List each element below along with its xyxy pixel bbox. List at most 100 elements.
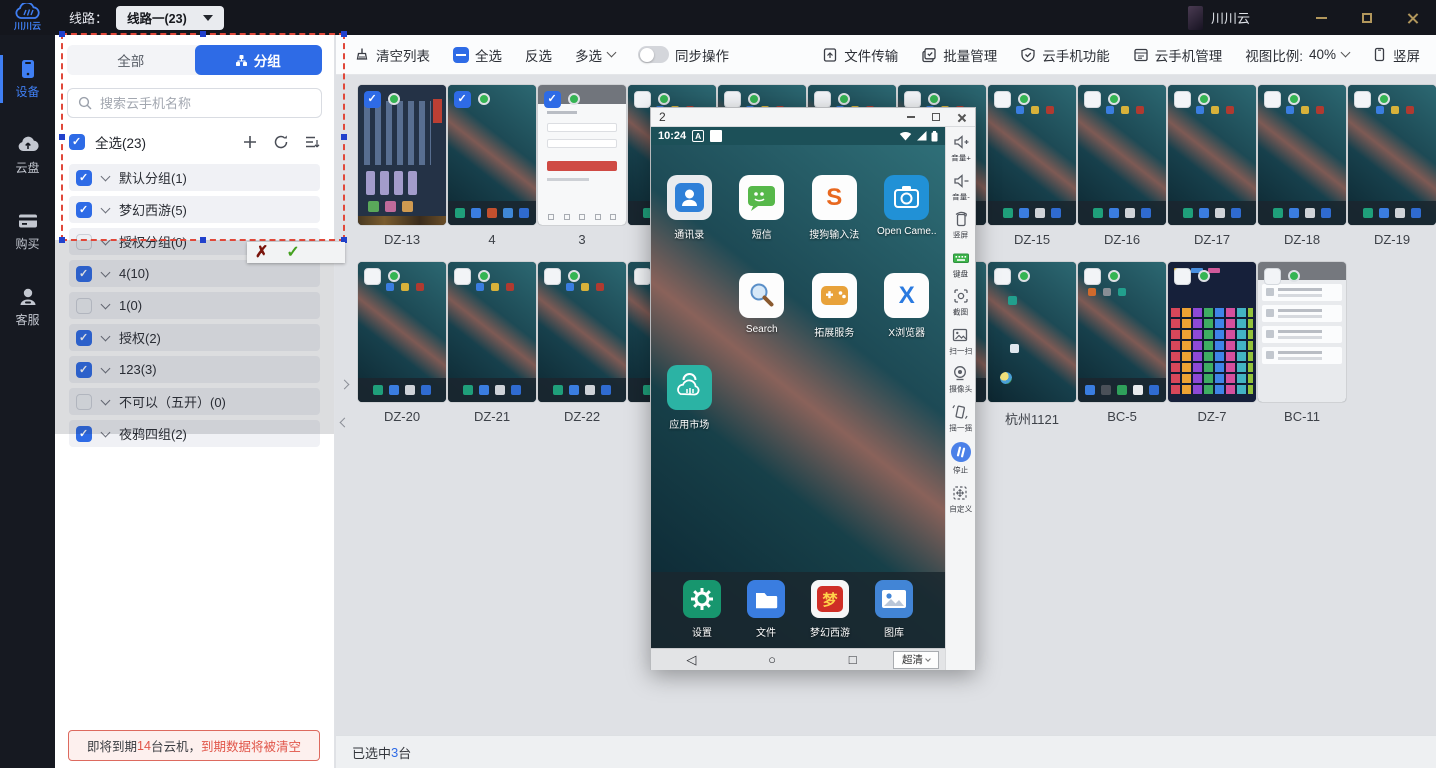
control-keyboard-button[interactable]: 键盘 <box>952 249 970 280</box>
expiry-notice[interactable]: 即将到期14台云机，到期数据将被清空 <box>68 730 320 761</box>
view-scale-select[interactable]: 视图比例: 40% <box>1245 45 1349 65</box>
group-checkbox[interactable] <box>76 330 92 346</box>
phone-app-contacts[interactable]: 通讯录 <box>653 175 726 241</box>
group-checkbox[interactable] <box>76 362 92 378</box>
nav-home-button[interactable]: ○ <box>732 652 813 667</box>
group-checkbox[interactable] <box>76 202 92 218</box>
nav-back-button[interactable]: ◁ <box>651 652 732 668</box>
group-row[interactable]: 1(0) <box>69 292 320 319</box>
phone-app-opencamera[interactable]: Open Came.. <box>871 175 944 241</box>
group-checkbox[interactable] <box>76 394 92 410</box>
phone-thumbnail[interactable]: 4 <box>448 85 536 248</box>
thumbnail-checkbox[interactable] <box>994 268 1011 285</box>
phone-screen-preview[interactable] <box>988 262 1076 402</box>
tab-all[interactable]: 全部 <box>67 45 195 75</box>
phone-thumbnail[interactable]: 杭州1121 <box>988 262 1076 425</box>
dock-app-gallery[interactable]: 图库 <box>868 580 920 648</box>
thumbnail-checkbox[interactable] <box>1084 91 1101 108</box>
phone-screen-preview[interactable] <box>1348 85 1436 225</box>
thumbnail-checkbox[interactable] <box>1084 268 1101 285</box>
phone-minimize-button[interactable] <box>905 111 917 123</box>
clear-list-button[interactable]: 清空列表 <box>354 45 430 65</box>
phone-thumbnail[interactable]: 3 <box>538 85 626 248</box>
refresh-button[interactable] <box>273 134 289 150</box>
panel-expand-chevron[interactable] <box>337 371 351 397</box>
phone-screen-preview[interactable] <box>538 85 626 225</box>
thumbnail-checkbox[interactable] <box>994 91 1011 108</box>
thumbnail-checkbox[interactable] <box>634 268 651 285</box>
phone-thumbnail[interactable]: DZ-7 <box>1168 262 1256 425</box>
search-input[interactable] <box>100 96 311 111</box>
thumbnail-checkbox[interactable] <box>904 91 921 108</box>
thumbnail-checkbox[interactable] <box>1354 91 1371 108</box>
phone-thumbnail[interactable]: DZ-16 <box>1078 85 1166 248</box>
search-box[interactable] <box>67 88 322 118</box>
group-checkbox[interactable] <box>76 266 92 282</box>
file-transfer-button[interactable]: 文件传输 <box>822 45 898 65</box>
sidebar-item-support[interactable]: 客服 <box>0 281 55 333</box>
thumbnail-checkbox[interactable] <box>1174 268 1191 285</box>
phone-thumbnail[interactable]: DZ-21 <box>448 262 536 425</box>
control-vol-up-button[interactable]: 音量+ <box>950 133 972 164</box>
nav-recents-button[interactable]: □ <box>812 652 893 667</box>
dock-app-files[interactable]: 文件 <box>740 580 792 648</box>
phone-app-search[interactable]: Search <box>726 273 799 339</box>
control-stop-button[interactable]: 停止 <box>950 441 972 476</box>
phone-window-titlebar[interactable]: 2 <box>651 108 975 127</box>
add-group-button[interactable] <box>242 134 258 150</box>
thumbnail-checkbox[interactable] <box>1264 91 1281 108</box>
group-checkbox[interactable] <box>76 426 92 442</box>
phone-thumbnail[interactable]: DZ-22 <box>538 262 626 425</box>
thumbnail-checkbox[interactable] <box>814 91 831 108</box>
phone-app-sms[interactable]: 短信 <box>726 175 799 241</box>
phone-app-sogou[interactable]: S搜狗输入法 <box>798 175 871 241</box>
phone-screen-preview[interactable] <box>1168 85 1256 225</box>
phone-screen-preview[interactable] <box>1258 85 1346 225</box>
phone-thumbnail[interactable]: DZ-18 <box>1258 85 1346 248</box>
thumbnail-checkbox[interactable] <box>454 268 471 285</box>
capture-confirm-button[interactable]: ✓ <box>286 245 299 261</box>
sidebar-item-devices[interactable]: 设备 <box>0 53 55 105</box>
thumbnail-checkbox[interactable] <box>364 268 381 285</box>
capture-cancel-button[interactable]: ✗ <box>255 245 268 261</box>
sort-button[interactable] <box>304 134 320 150</box>
phone-screen-preview[interactable] <box>1258 262 1346 402</box>
phone-app-market[interactable]: 应用市场 <box>653 365 726 431</box>
thumbnail-checkbox[interactable] <box>454 91 471 108</box>
sidebar-item-cloud-disk[interactable]: 云盘 <box>0 129 55 181</box>
quality-select[interactable]: 超清 <box>893 651 939 669</box>
group-row[interactable]: 授权(2) <box>69 324 320 351</box>
invert-selection-button[interactable]: 反选 <box>525 45 552 65</box>
group-row[interactable]: 夜鸦四组(2) <box>69 420 320 447</box>
phone-screen-preview[interactable] <box>358 85 446 225</box>
phone-screen-preview[interactable] <box>1078 262 1166 402</box>
group-checkbox[interactable] <box>76 298 92 314</box>
group-row[interactable]: 4(10) <box>69 260 320 287</box>
panel-collapse-chevron[interactable] <box>337 409 351 435</box>
phone-app-xbrowser[interactable]: XX浏览器 <box>871 273 944 339</box>
group-row[interactable]: 默认分组(1) <box>69 164 320 191</box>
phone-screen-preview[interactable] <box>358 262 446 402</box>
group-row[interactable]: 梦幻西游(5) <box>69 196 320 223</box>
phone-thumbnail[interactable]: BC-5 <box>1078 262 1166 425</box>
select-all-indeterminate-checkbox[interactable] <box>453 47 469 63</box>
phone-screen[interactable]: 10:24 A 通讯录短信S搜狗输入法Open Came.. Search拓展服… <box>651 127 945 670</box>
thumbnail-checkbox[interactable] <box>544 91 561 108</box>
phone-manage-button[interactable]: 云手机管理 <box>1133 45 1223 65</box>
phone-screen-preview[interactable] <box>1168 262 1256 402</box>
close-button[interactable] <box>1390 0 1436 35</box>
phone-screen-preview[interactable] <box>538 262 626 402</box>
line-select-dropdown[interactable]: 线路一(23) <box>116 6 224 30</box>
phone-close-button[interactable] <box>955 111 967 123</box>
multi-select-button[interactable]: 多选 <box>575 45 615 65</box>
phone-app-expand[interactable]: 拓展服务 <box>798 273 871 339</box>
thumbnail-checkbox[interactable] <box>544 268 561 285</box>
group-row[interactable]: 不可以（五开）(0) <box>69 388 320 415</box>
thumbnail-checkbox[interactable] <box>634 91 651 108</box>
phone-screen-preview[interactable] <box>448 85 536 225</box>
phone-thumbnail[interactable]: BC-11 <box>1258 262 1346 425</box>
phone-thumbnail[interactable]: DZ-15 <box>988 85 1076 248</box>
batch-manage-button[interactable]: 批量管理 <box>921 45 997 65</box>
thumbnail-checkbox[interactable] <box>364 91 381 108</box>
maximize-button[interactable] <box>1344 0 1390 35</box>
